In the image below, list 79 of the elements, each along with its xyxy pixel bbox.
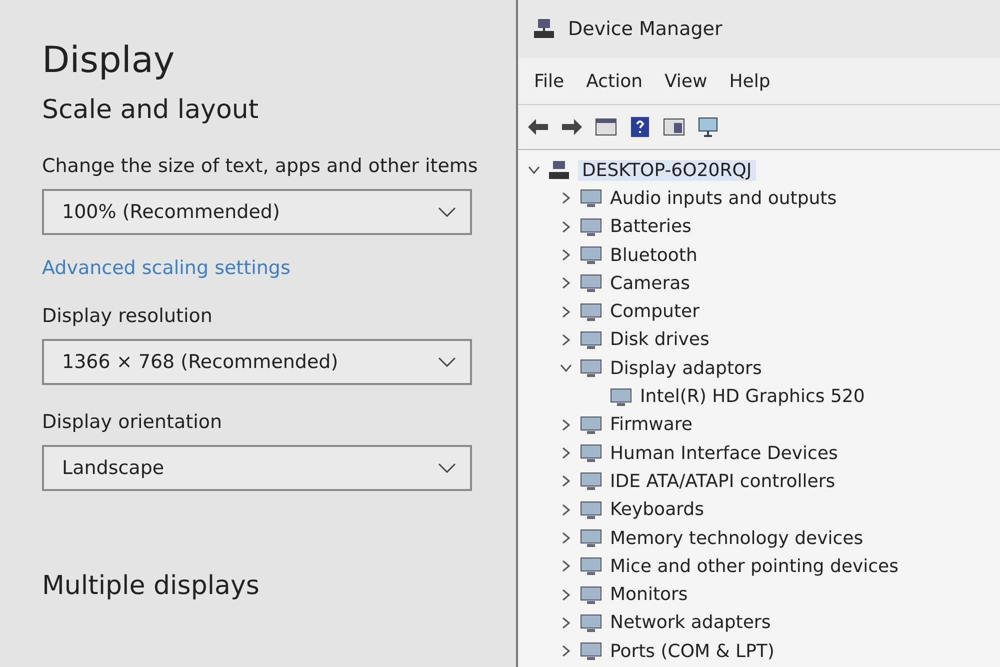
tree-item[interactable]: Cameras bbox=[610, 272, 690, 294]
window-title: Device Manager bbox=[568, 18, 722, 40]
tree-item[interactable]: DESKTOP-6O20RQJ bbox=[578, 160, 756, 181]
chevron-icon[interactable] bbox=[560, 334, 572, 346]
panel-icon[interactable] bbox=[662, 116, 686, 138]
panel-icon[interactable] bbox=[594, 116, 618, 138]
dropdown[interactable]: 1366 × 768 (Recommended) bbox=[42, 339, 472, 385]
chevron-icon bbox=[438, 357, 456, 367]
field-label: Change the size of text, apps and other items bbox=[42, 155, 479, 177]
help-icon[interactable] bbox=[628, 116, 652, 138]
tree-item[interactable]: Disk drives bbox=[610, 329, 710, 350]
page-title: Display bbox=[42, 40, 176, 81]
device-icon bbox=[580, 556, 602, 576]
tree-item[interactable]: Human Interface Devices bbox=[610, 442, 838, 464]
tree-item[interactable]: Mice and other pointing devices bbox=[610, 556, 898, 577]
tree-item[interactable]: Audio inputs and outputs bbox=[610, 188, 837, 209]
menu-item[interactable]: Action bbox=[586, 70, 642, 92]
field-label: Display resolution bbox=[42, 305, 214, 327]
chevron-icon[interactable] bbox=[560, 362, 572, 374]
chevron-icon[interactable] bbox=[560, 249, 572, 262]
tree-item[interactable]: Ports (COM & LPT) bbox=[610, 640, 774, 662]
section-heading: Multiple displays bbox=[42, 571, 260, 601]
tree-item[interactable]: Memory technology devices bbox=[610, 528, 864, 548]
chevron-icon[interactable] bbox=[560, 588, 572, 601]
section-heading: Scale and layout bbox=[42, 95, 260, 125]
device-icon bbox=[580, 414, 602, 435]
chevron-icon[interactable] bbox=[560, 418, 572, 431]
tree-item[interactable]: Batteries bbox=[610, 216, 692, 238]
tree-item[interactable]: IDE ATA/ATAPI controllers bbox=[610, 470, 836, 492]
tree-item[interactable]: Intel(R) HD Graphics 520 bbox=[640, 386, 865, 408]
chevron-icon[interactable] bbox=[560, 192, 572, 204]
device-icon bbox=[580, 528, 602, 548]
menu-item[interactable]: File bbox=[534, 70, 564, 92]
tree-item[interactable]: Bluetooth bbox=[610, 244, 698, 266]
monitor-icon[interactable] bbox=[696, 116, 720, 138]
chevron-icon[interactable] bbox=[560, 504, 572, 516]
device-icon bbox=[610, 386, 632, 407]
device-icon bbox=[580, 612, 602, 633]
dropdown[interactable]: 100% (Recommended) bbox=[42, 189, 472, 235]
chevron-icon[interactable] bbox=[560, 277, 572, 290]
dropdown-value: 100% (Recommended) bbox=[62, 201, 280, 223]
chevron-icon bbox=[438, 463, 456, 473]
dropdown-value: Landscape bbox=[62, 457, 164, 479]
menu-item[interactable]: Help bbox=[729, 70, 770, 92]
forward-arrow-icon[interactable] bbox=[560, 116, 584, 138]
device-icon bbox=[580, 216, 602, 237]
dropdown-value: 1366 × 768 (Recommended) bbox=[62, 351, 338, 373]
device-icon bbox=[580, 500, 602, 520]
tree-item[interactable]: Keyboards bbox=[610, 499, 704, 520]
tree-item[interactable]: Firmware bbox=[610, 414, 692, 436]
chevron-icon[interactable] bbox=[560, 306, 572, 318]
device-icon bbox=[580, 188, 602, 208]
chevron-icon[interactable] bbox=[560, 560, 572, 572]
device-icon bbox=[580, 302, 602, 322]
menu-item[interactable]: View bbox=[664, 70, 708, 92]
chevron-icon bbox=[438, 207, 456, 217]
chevron-icon[interactable] bbox=[560, 220, 572, 233]
tree-item[interactable]: Computer bbox=[610, 301, 700, 322]
device-icon bbox=[580, 471, 602, 492]
computer-icon bbox=[532, 18, 556, 40]
tree-item[interactable]: Display adaptors bbox=[610, 358, 762, 379]
chevron-icon[interactable] bbox=[528, 164, 540, 176]
tree-item[interactable]: Monitors bbox=[610, 584, 688, 606]
device-icon bbox=[580, 443, 602, 464]
chevron-icon[interactable] bbox=[560, 616, 572, 629]
chevron-icon[interactable] bbox=[560, 475, 572, 488]
chevron-icon[interactable] bbox=[560, 532, 572, 544]
dropdown[interactable]: Landscape bbox=[42, 445, 472, 491]
chevron-icon[interactable] bbox=[560, 447, 572, 460]
device-icon bbox=[580, 330, 602, 350]
device-icon bbox=[580, 584, 602, 605]
chevron-icon[interactable] bbox=[560, 645, 572, 658]
device-icon bbox=[580, 641, 602, 662]
device-icon bbox=[580, 273, 602, 294]
device-icon bbox=[580, 245, 602, 266]
device-icon bbox=[580, 358, 602, 378]
computer-icon bbox=[548, 160, 570, 180]
tree-item[interactable]: Network adapters bbox=[610, 612, 771, 634]
field-label: Display orientation bbox=[42, 411, 224, 433]
